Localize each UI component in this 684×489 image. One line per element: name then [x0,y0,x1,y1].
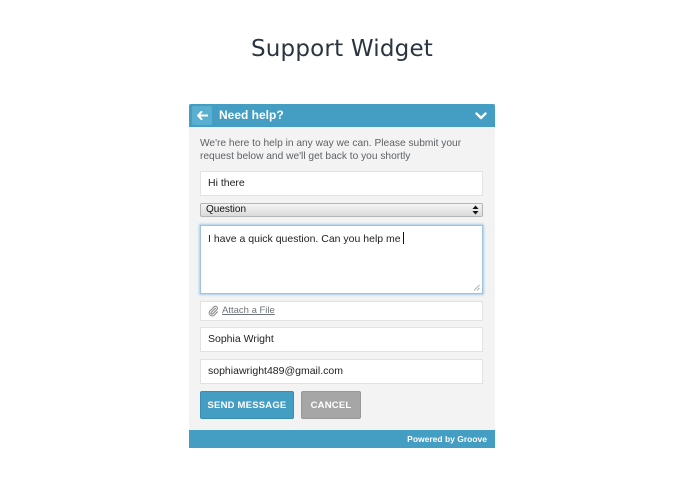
support-widget: Need help? We're here to help in any way… [189,104,495,448]
page-title: Support Widget [250,36,434,62]
text-caret [402,232,404,244]
powered-by-text: Powered by Groove [407,434,487,444]
widget-footer: Powered by Groove [189,430,495,448]
widget-title: Need help? [219,108,284,122]
type-select[interactable]: Question [200,203,483,217]
send-message-button[interactable]: SEND MESSAGE [200,391,294,419]
cancel-button[interactable]: CANCEL [301,391,361,419]
widget-header: Need help? [189,104,495,127]
message-textarea[interactable]: I have a quick question. Can you help me [200,225,483,294]
attach-file-row: Attach a File [200,301,483,321]
attach-file-link[interactable]: Attach a File [222,302,275,320]
name-input[interactable]: Sophia Wright [200,327,483,352]
back-arrow-icon [196,111,208,120]
intro-text: We're here to help in any way we can. Pl… [200,138,462,162]
chevron-down-icon[interactable] [474,109,488,123]
select-arrows-icon [472,205,479,215]
type-select-value: Question [206,204,247,215]
email-input[interactable]: sophiawright489@gmail.com [200,359,483,384]
message-text: I have a quick question. Can you help me [208,233,401,245]
back-button[interactable] [192,106,212,125]
paperclip-icon [208,305,219,317]
resize-grip-icon[interactable] [473,284,480,291]
subject-input[interactable]: Hi there [200,171,483,196]
